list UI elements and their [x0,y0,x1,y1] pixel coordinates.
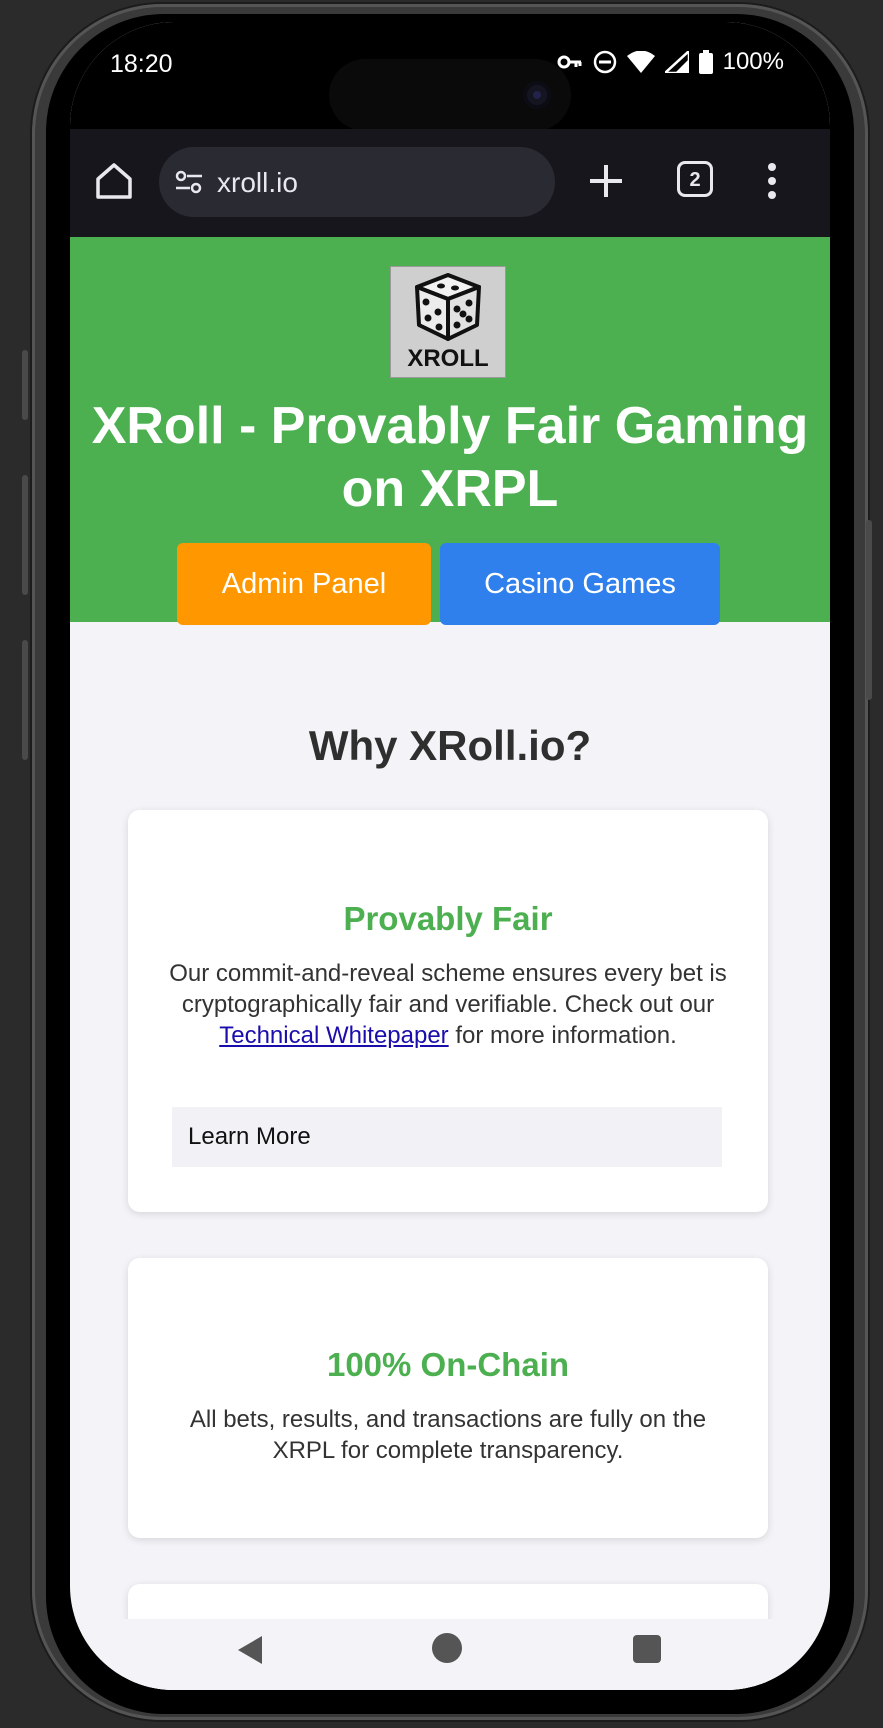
feature-card-on-chain: 100% On-Chain All bets, results, and tra… [128,1258,768,1538]
screen: 18:20 100% xroll.io 2 XROLL XRoll - Prov… [70,22,830,1690]
tab-count: 2 [689,169,701,191]
status-icons: 100% [557,48,784,76]
section-title: Why XRoll.io? [308,722,592,769]
vpn-key-icon [557,55,582,69]
site-settings-icon[interactable] [175,169,203,195]
card-text: All bets, results, and transactions are … [189,1406,707,1464]
wifi-icon [626,51,655,73]
do-not-disturb-icon [593,50,616,74]
card-text-part: Our commit-and-reveal scheme ensures eve… [169,960,727,1018]
learn-more-button[interactable]: Learn More [172,1107,722,1167]
address-bar[interactable]: xroll.io [159,147,555,217]
dynamic-island [329,59,571,131]
casino-games-button[interactable]: Casino Games [440,543,720,625]
card-text-part: for more information. [448,1022,677,1049]
card-text: Our commit-and-reveal scheme ensures eve… [168,958,728,1051]
side-button [866,520,872,700]
home-circle-icon[interactable] [432,1633,462,1663]
home-icon[interactable] [92,159,136,203]
page-title: XRoll - Provably Fair Gaming on XRPL [91,397,809,518]
feature-card-provably-fair: Provably Fair Our commit-and-reveal sche… [128,810,768,1212]
tabs-icon[interactable]: 2 [677,161,713,197]
system-nav-bar [70,1619,830,1690]
xroll-logo: XROLL [391,267,505,377]
url-text[interactable]: xroll.io [217,167,298,199]
side-button [22,640,28,760]
recents-icon[interactable] [633,1635,661,1663]
status-time: 18:20 [110,50,173,78]
whitepaper-link[interactable]: Technical Whitepaper [219,1022,448,1049]
camera-icon [523,81,551,109]
card-title: 100% On-Chain [326,1346,570,1383]
browser-toolbar: xroll.io 2 [70,129,830,237]
dice-icon [415,273,481,341]
back-icon[interactable] [236,1635,264,1665]
battery-icon [698,50,713,74]
signal-icon [664,51,689,73]
battery-percent: 100% [722,48,784,75]
logo-text: XROLL [407,345,489,372]
side-button [22,350,28,420]
plus-icon[interactable] [586,161,626,201]
admin-panel-button[interactable]: Admin Panel [177,543,431,625]
more-vert-icon[interactable] [760,159,784,203]
site-header: XROLL XRoll - Provably Fair Gaming on XR… [70,237,830,625]
side-button [22,475,28,595]
card-title: Provably Fair [343,900,553,937]
